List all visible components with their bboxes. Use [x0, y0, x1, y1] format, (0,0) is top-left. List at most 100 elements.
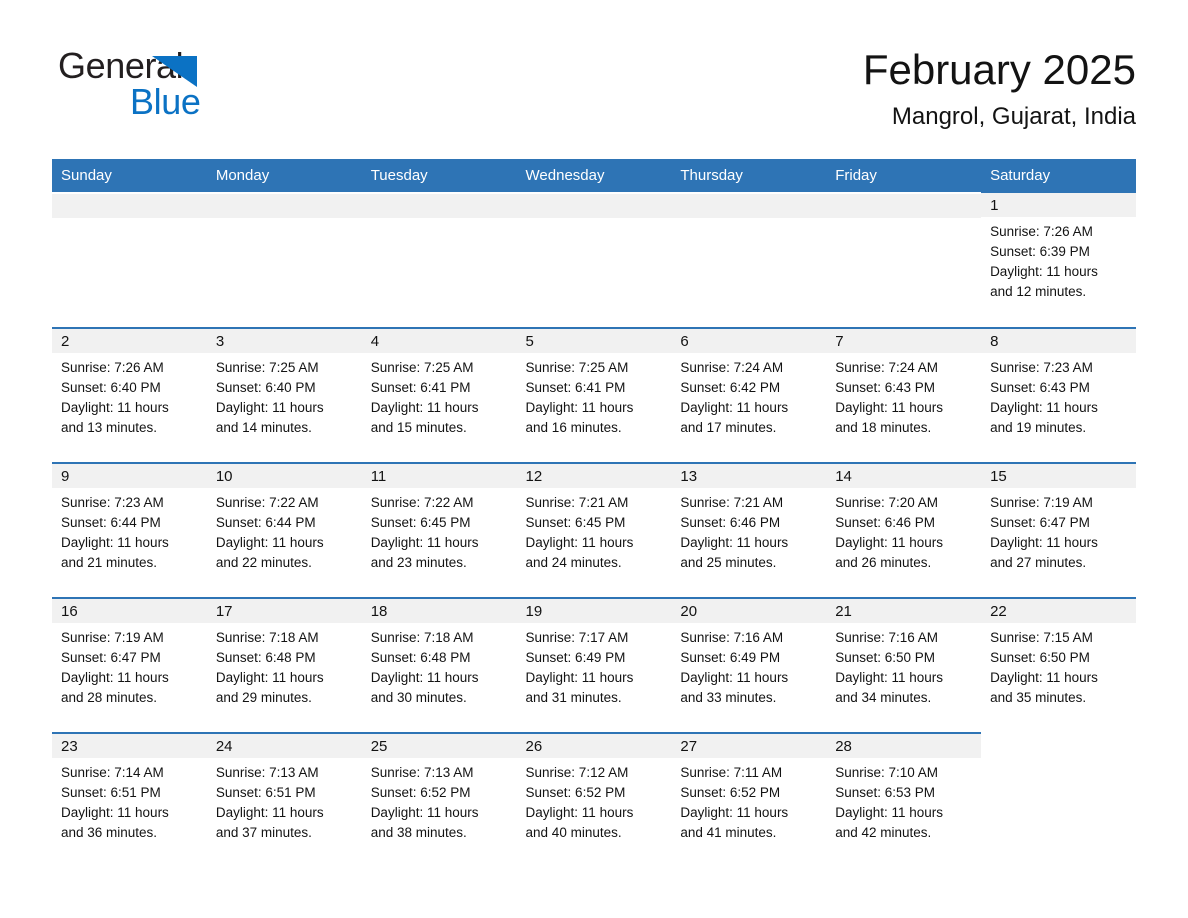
day-number: 7 [835, 333, 844, 350]
sunrise-text: Sunrise: 7:19 AM [61, 630, 164, 645]
sunrise-text: Sunrise: 7:19 AM [990, 495, 1093, 510]
sunrise-text: Sunrise: 7:16 AM [835, 630, 939, 645]
daylight-text-line2: and 36 minutes. [61, 825, 158, 840]
calendar-day-cell[interactable]: 19 Sunrise: 7:17 AM Sunset: 6:49 PM Dayligh… [516, 597, 672, 733]
day-details: Sunrise: 7:25 AM Sunset: 6:41 PM Daylight:… [517, 353, 672, 438]
calendar-day-cell[interactable]: 26 Sunrise: 7:12 AM Sunset: 6:52 PM Dayligh… [516, 732, 672, 867]
calendar-week-row: 23 Sunrise: 7:14 AM Sunset: 6:51 PM Dayligh… [52, 732, 1136, 867]
sunset-text: Sunset: 6:48 PM [215, 650, 316, 665]
day-number-band: 11 [361, 464, 517, 488]
weekday-header-thursday: Thursday [671, 159, 827, 193]
day-details: Sunrise: 7:13 AM Sunset: 6:51 PM Daylight:… [207, 758, 362, 843]
day-number: 9 [61, 468, 70, 485]
empty-daynum-band [361, 194, 517, 218]
day-number: 28 [835, 738, 852, 755]
day-number-band: 13 [671, 464, 827, 488]
daylight-text-line2: and 25 minutes. [680, 555, 777, 570]
weekday-header-wednesday: Wednesday [516, 159, 672, 193]
calendar-day-cell[interactable]: 11 Sunrise: 7:22 AM Sunset: 6:45 PM Dayligh… [361, 462, 517, 598]
daylight-text-line2: and 37 minutes. [215, 825, 312, 840]
calendar-body: 1 Sunrise: 7:26 AM Sunset: 6:39 PM Daylight… [52, 192, 1136, 867]
calendar-day-cell[interactable]: 25 Sunrise: 7:13 AM Sunset: 6:52 PM Dayligh… [361, 732, 517, 867]
calendar-day-cell[interactable]: 18 Sunrise: 7:18 AM Sunset: 6:48 PM Dayligh… [361, 597, 517, 733]
day-number-band: 27 [671, 734, 827, 758]
day-number-band: 18 [361, 599, 517, 623]
calendar-day-cell[interactable]: 20 Sunrise: 7:16 AM Sunset: 6:49 PM Dayligh… [671, 597, 827, 733]
calendar-day-cell[interactable]: 5 Sunrise: 7:25 AM Sunset: 6:41 PM Daylight… [516, 327, 672, 463]
day-number: 16 [61, 603, 78, 620]
day-number: 22 [990, 603, 1007, 620]
day-number-band: 19 [516, 599, 672, 623]
calendar-day-cell[interactable]: 4 Sunrise: 7:25 AM Sunset: 6:41 PM Daylight… [361, 327, 517, 463]
sunrise-text: Sunrise: 7:22 AM [370, 495, 474, 510]
day-number: 12 [525, 468, 543, 485]
day-number-band: 5 [516, 329, 672, 353]
sunset-text: Sunset: 6:44 PM [215, 515, 316, 530]
calendar-day-cell[interactable]: 23 Sunrise: 7:14 AM Sunset: 6:51 PM Dayligh… [52, 732, 207, 867]
calendar-day-cell[interactable]: 2 Sunrise: 7:26 AM Sunset: 6:40 PM Daylight… [52, 327, 207, 463]
day-number: 6 [680, 333, 689, 350]
daylight-text-line1: Daylight: 11 hours [680, 400, 789, 415]
sunrise-text: Sunrise: 7:22 AM [215, 495, 319, 510]
calendar-day-cell[interactable]: 8 Sunrise: 7:23 AM Sunset: 6:43 PM Daylight… [981, 327, 1136, 463]
daylight-text-line2: and 24 minutes. [525, 555, 622, 570]
calendar-day-cell[interactable]: 13 Sunrise: 7:21 AM Sunset: 6:46 PM Dayligh… [671, 462, 827, 598]
daylight-text-line2: and 34 minutes. [835, 690, 932, 705]
calendar-day-cell[interactable]: 3 Sunrise: 7:25 AM Sunset: 6:40 PM Daylight… [206, 327, 362, 463]
empty-daynum-band [52, 194, 207, 218]
sunrise-text: Sunrise: 7:10 AM [835, 765, 939, 780]
day-details: Sunrise: 7:16 AM Sunset: 6:49 PM Daylight:… [671, 623, 826, 708]
sunset-text: Sunset: 6:41 PM [370, 380, 471, 395]
sunrise-text: Sunrise: 7:24 AM [680, 360, 784, 375]
daylight-text-line2: and 35 minutes. [990, 690, 1087, 705]
calendar-empty-cell [206, 192, 362, 328]
day-number: 27 [680, 738, 698, 755]
calendar-day-cell[interactable]: 24 Sunrise: 7:13 AM Sunset: 6:51 PM Dayligh… [206, 732, 362, 867]
daylight-text-line1: Daylight: 11 hours [370, 670, 479, 685]
calendar-day-cell[interactable]: 27 Sunrise: 7:11 AM Sunset: 6:52 PM Dayligh… [671, 732, 827, 867]
title-block: February 2025 Mangrol, Gujarat, India [863, 44, 1136, 134]
sunset-text: Sunset: 6:45 PM [370, 515, 471, 530]
daylight-text-line1: Daylight: 11 hours [990, 264, 1098, 279]
calendar-day-cell[interactable]: 6 Sunrise: 7:24 AM Sunset: 6:42 PM Daylight… [671, 327, 827, 463]
calendar-day-cell[interactable]: 1 Sunrise: 7:26 AM Sunset: 6:39 PM Daylight… [981, 193, 1136, 328]
daylight-text-line2: and 16 minutes. [525, 420, 622, 435]
daylight-text-line1: Daylight: 11 hours [370, 400, 479, 415]
sunset-text: Sunset: 6:52 PM [680, 785, 781, 800]
sunrise-text: Sunrise: 7:25 AM [370, 360, 474, 375]
daylight-text-line1: Daylight: 11 hours [61, 670, 169, 685]
empty-daynum-band [671, 194, 827, 218]
daylight-text-line1: Daylight: 11 hours [525, 535, 634, 550]
calendar-table: Sunday Monday Tuesday Wednesday Thursday… [52, 159, 1136, 867]
daylight-text-line2: and 14 minutes. [215, 420, 312, 435]
sunset-text: Sunset: 6:48 PM [370, 650, 471, 665]
calendar-day-cell[interactable]: 14 Sunrise: 7:20 AM Sunset: 6:46 PM Dayligh… [826, 462, 982, 598]
sunrise-text: Sunrise: 7:20 AM [835, 495, 939, 510]
calendar-empty-cell [981, 732, 1136, 867]
calendar-day-cell[interactable]: 17 Sunrise: 7:18 AM Sunset: 6:48 PM Dayligh… [206, 597, 362, 733]
calendar-day-cell[interactable]: 10 Sunrise: 7:22 AM Sunset: 6:44 PM Dayligh… [206, 462, 362, 598]
sunrise-text: Sunrise: 7:18 AM [370, 630, 474, 645]
day-number-band: 16 [52, 599, 207, 623]
day-number-band: 14 [826, 464, 982, 488]
calendar-week-row: 1 Sunrise: 7:26 AM Sunset: 6:39 PM Daylight… [52, 192, 1136, 328]
calendar-day-cell[interactable]: 12 Sunrise: 7:21 AM Sunset: 6:45 PM Dayligh… [516, 462, 672, 598]
calendar-day-cell[interactable]: 15 Sunrise: 7:19 AM Sunset: 6:47 PM Dayligh… [981, 462, 1136, 598]
daylight-text-line2: and 12 minutes. [990, 284, 1087, 299]
sunset-text: Sunset: 6:44 PM [61, 515, 161, 530]
page-subtitle-location: Mangrol, Gujarat, India [891, 103, 1136, 130]
daylight-text-line1: Daylight: 11 hours [835, 400, 944, 415]
calendar-day-cell[interactable]: 7 Sunrise: 7:24 AM Sunset: 6:43 PM Daylight… [826, 327, 982, 463]
day-details: Sunrise: 7:11 AM Sunset: 6:52 PM Daylight:… [671, 758, 826, 843]
day-number-band: 25 [361, 734, 517, 758]
calendar-day-cell[interactable]: 28 Sunrise: 7:10 AM Sunset: 6:53 PM Dayligh… [826, 732, 982, 867]
calendar-day-cell[interactable]: 22 Sunrise: 7:15 AM Sunset: 6:50 PM Dayligh… [981, 597, 1136, 733]
daylight-text-line1: Daylight: 11 hours [215, 805, 324, 820]
calendar-day-cell[interactable]: 21 Sunrise: 7:16 AM Sunset: 6:50 PM Dayligh… [826, 597, 982, 733]
calendar-day-cell[interactable]: 16 Sunrise: 7:19 AM Sunset: 6:47 PM Dayligh… [52, 597, 207, 733]
daylight-text-line1: Daylight: 11 hours [525, 805, 634, 820]
daylight-text-line2: and 23 minutes. [370, 555, 467, 570]
daylight-text-line1: Daylight: 11 hours [370, 535, 479, 550]
day-details: Sunrise: 7:23 AM Sunset: 6:44 PM Daylight:… [52, 488, 207, 573]
calendar-day-cell[interactable]: 9 Sunrise: 7:23 AM Sunset: 6:44 PM Daylight… [52, 462, 207, 598]
